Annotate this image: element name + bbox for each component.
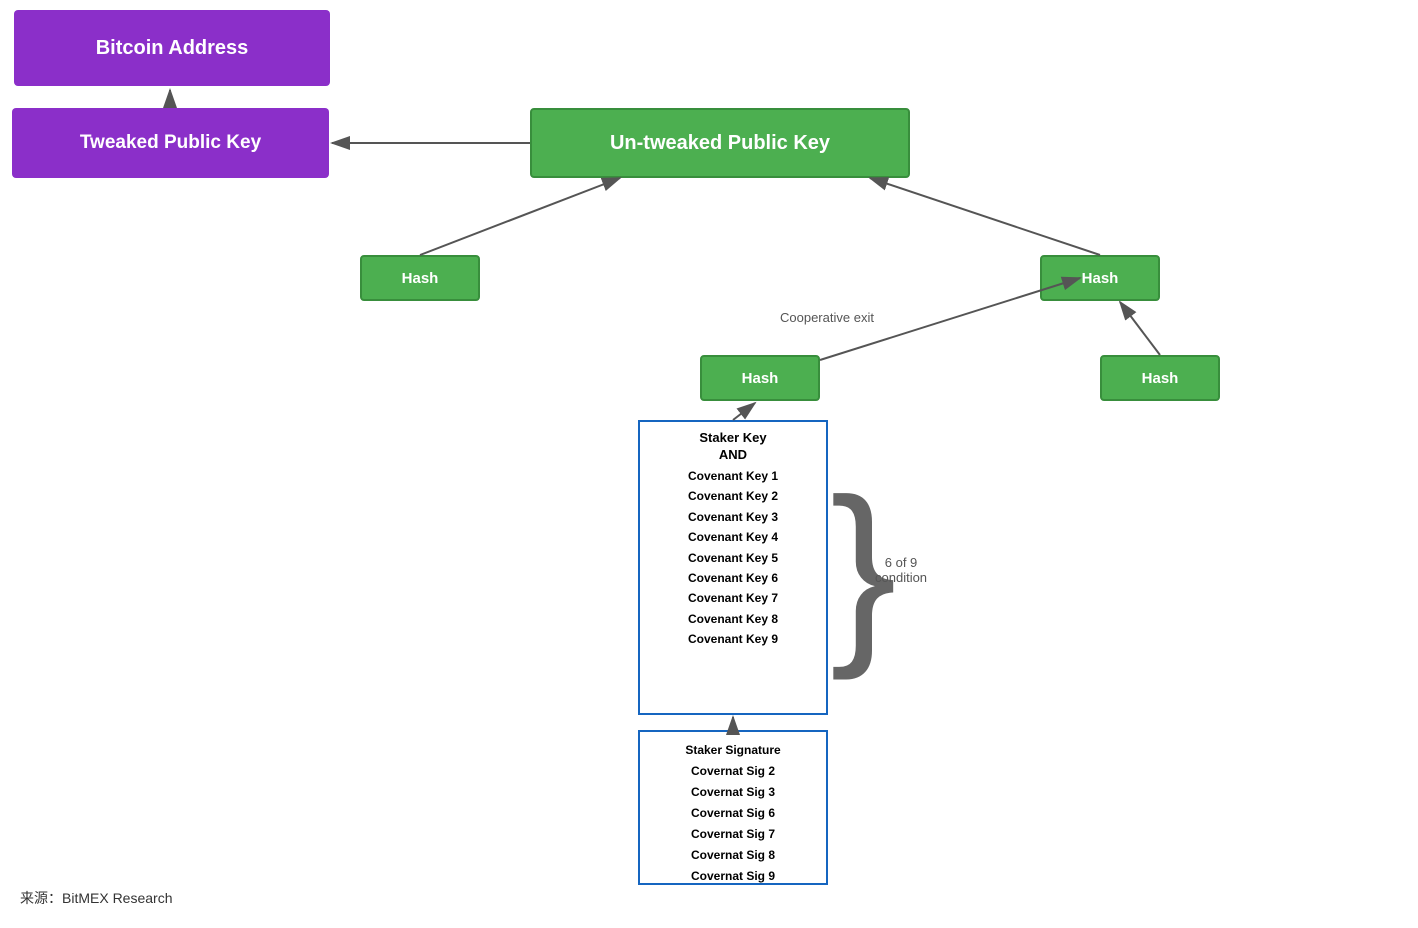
hash-center-box: Hash	[700, 355, 820, 401]
covenant-key-6: Covenant Key 6	[688, 568, 778, 588]
hash-right-top-label: Hash	[1082, 270, 1119, 287]
covernat-sig-6: Covernat Sig 6	[685, 803, 780, 824]
signature-list: Staker Signature Covernat Sig 2 Covernat…	[685, 740, 780, 887]
covernat-sig-8: Covernat Sig 8	[685, 845, 780, 866]
staker-key-title: Staker Key	[699, 430, 766, 445]
hash-center-label: Hash	[742, 370, 779, 387]
hash-right-bottom-label: Hash	[1142, 370, 1179, 387]
bitcoin-address-label: Bitcoin Address	[96, 37, 249, 60]
diagram-container: Bitcoin Address Tweaked Public Key Un-tw…	[0, 0, 1418, 928]
untweaked-public-key-label: Un-tweaked Public Key	[610, 132, 830, 155]
tweaked-public-key-label: Tweaked Public Key	[80, 132, 261, 154]
bitcoin-address-box: Bitcoin Address	[14, 10, 330, 86]
covenant-key-8: Covenant Key 8	[688, 609, 778, 629]
untweaked-public-key-box: Un-tweaked Public Key	[530, 108, 910, 178]
staker-covenant-box: Staker Key AND Covenant Key 1 Covenant K…	[638, 420, 828, 715]
covenant-key-7: Covenant Key 7	[688, 588, 778, 608]
tweaked-public-key-box: Tweaked Public Key	[12, 108, 329, 178]
covenant-key-9: Covenant Key 9	[688, 629, 778, 649]
cooperative-exit-label: Cooperative exit	[780, 310, 874, 325]
covenant-key-3: Covenant Key 3	[688, 507, 778, 527]
covernat-sig-7: Covernat Sig 7	[685, 824, 780, 845]
staker-signature: Staker Signature	[685, 740, 780, 761]
and-label: AND	[719, 447, 747, 462]
condition-label: 6 of 9condition	[875, 555, 927, 585]
covernat-sig-9: Covernat Sig 9	[685, 866, 780, 887]
covenant-keys-list: Covenant Key 1 Covenant Key 2 Covenant K…	[688, 466, 778, 650]
covernat-sig-3: Covernat Sig 3	[685, 782, 780, 803]
hash-right-bottom-box: Hash	[1100, 355, 1220, 401]
signature-box: Staker Signature Covernat Sig 2 Covernat…	[638, 730, 828, 885]
covenant-key-5: Covenant Key 5	[688, 548, 778, 568]
hash-left-label: Hash	[402, 270, 439, 287]
hash-right-top-box: Hash	[1040, 255, 1160, 301]
hash-left-box: Hash	[360, 255, 480, 301]
covenant-key-4: Covenant Key 4	[688, 527, 778, 547]
covernat-sig-2: Covernat Sig 2	[685, 761, 780, 782]
source-label: 来源：BitMEX Research	[20, 888, 172, 908]
covenant-key-2: Covenant Key 2	[688, 486, 778, 506]
covenant-key-1: Covenant Key 1	[688, 466, 778, 486]
